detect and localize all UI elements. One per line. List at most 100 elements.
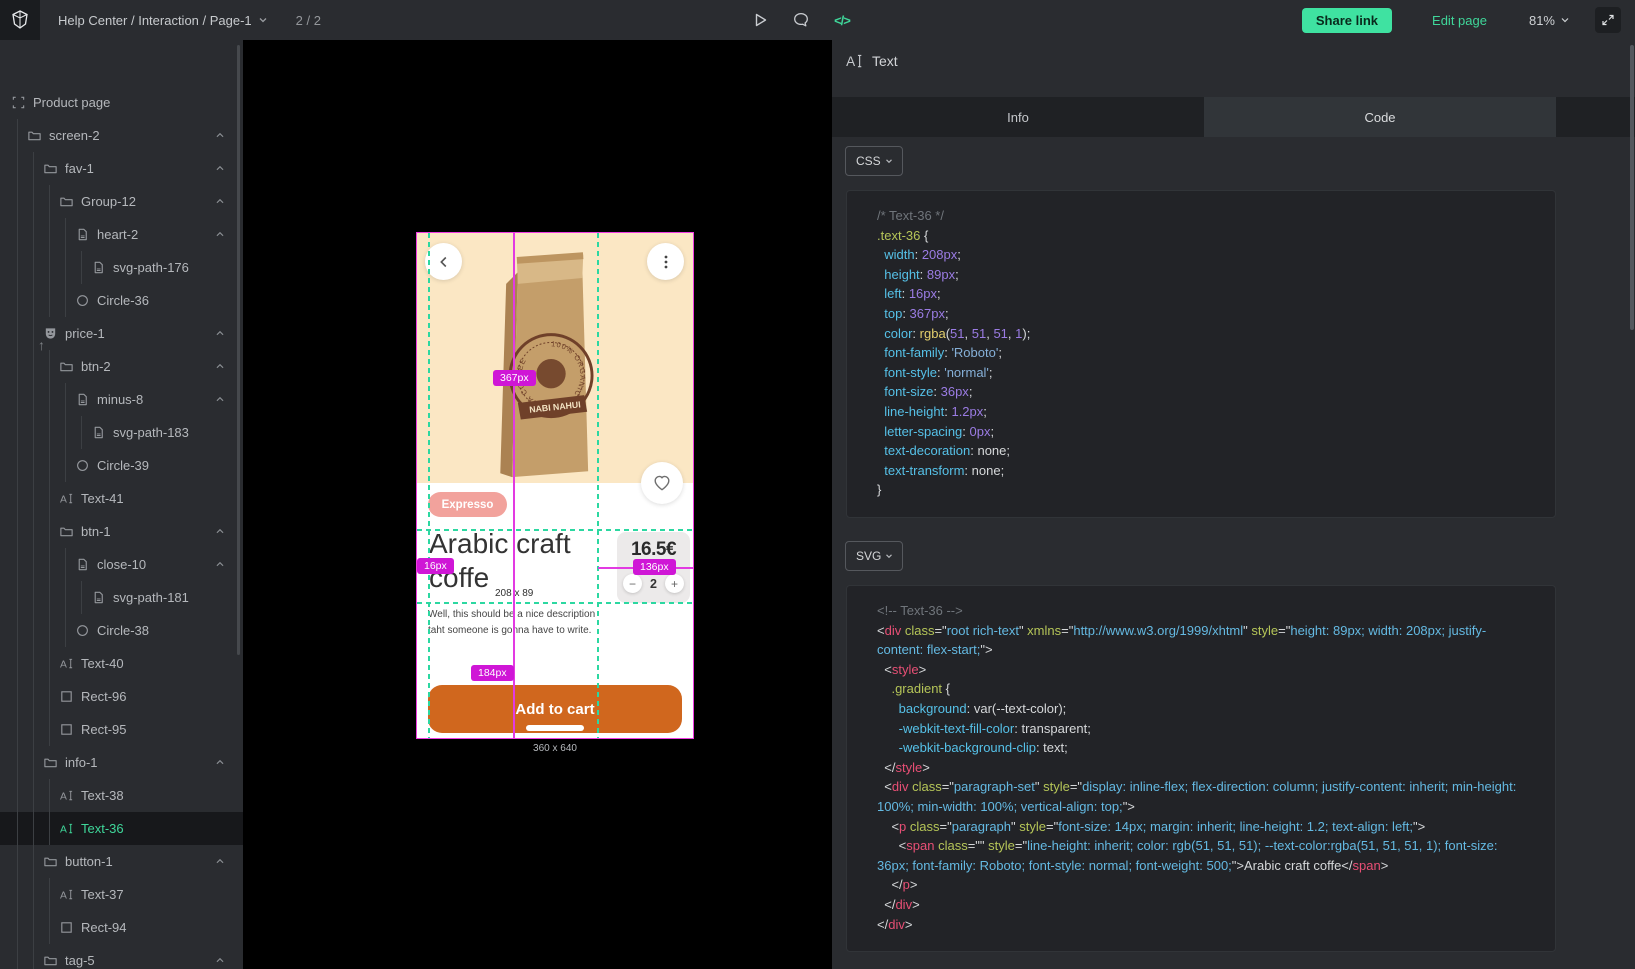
layer-row-btn-1[interactable]: btn-1 [0, 515, 243, 548]
layer-row-tag-5[interactable]: tag-5 [0, 944, 243, 969]
layer-row-Circle-39[interactable]: Circle-39 [0, 449, 243, 482]
tab-info[interactable]: Info [832, 97, 1204, 137]
layer-row-minus-8[interactable]: minus-8 [0, 383, 243, 416]
more-menu-button[interactable] [647, 243, 684, 280]
layer-row-btn-2[interactable]: btn-2 [0, 350, 243, 383]
breadcrumb-chevron-down-icon[interactable] [256, 13, 270, 27]
code-icon[interactable]: </> [830, 8, 854, 32]
code-line: -webkit-background-clip: text; [877, 738, 1531, 758]
tree-indent-line [10, 317, 26, 350]
tree-indent-line [42, 878, 58, 911]
layer-row-Circle-36[interactable]: Circle-36 [0, 284, 243, 317]
tree-indent-line [10, 581, 26, 614]
code-line: top: 367px; [877, 304, 1531, 324]
layer-row-Text-37[interactable]: AText-37 [0, 878, 243, 911]
chevron-up-icon[interactable] [213, 194, 229, 210]
tree-indent-line [42, 812, 58, 845]
tree-indent-line [42, 251, 58, 284]
coffee-bag-image: 100% ORGANIC COLOMBIA COFFEE NABI NAHUI [483, 239, 623, 483]
layer-row-heart-2[interactable]: heart-2 [0, 218, 243, 251]
folder-icon [58, 524, 74, 540]
chevron-up-icon[interactable] [213, 128, 229, 144]
comment-icon[interactable] [789, 8, 813, 32]
code-line: } [877, 480, 1531, 500]
layer-row-svg-path-176[interactable]: svg-path-176 [0, 251, 243, 284]
layer-row-Text-41[interactable]: AText-41 [0, 482, 243, 515]
edit-page-link[interactable]: Edit page [1432, 13, 1487, 28]
quantity-minus-button[interactable]: − [623, 574, 642, 593]
layer-row-svg-path-183[interactable]: svg-path-183 [0, 416, 243, 449]
chevron-up-icon[interactable] [213, 392, 229, 408]
layer-row-button-1[interactable]: button-1 [0, 845, 243, 878]
share-link-button[interactable]: Share link [1302, 8, 1392, 33]
artboard-screen[interactable]: 100% ORGANIC COLOMBIA COFFEE NABI NAHUI … [417, 233, 693, 738]
layer-row-Circle-38[interactable]: Circle-38 [0, 614, 243, 647]
folder-icon [42, 161, 58, 177]
layer-row-price-1[interactable]: price-1 [0, 317, 243, 350]
chevron-up-icon[interactable] [213, 326, 229, 342]
text-icon: A [58, 491, 74, 507]
top-bar: Help Center / Interaction / Page-1 2 / 2… [0, 0, 1635, 40]
layer-row-Group-12[interactable]: Group-12 [0, 185, 243, 218]
product-title[interactable]: Arabic craft coffe [429, 527, 605, 594]
code-line: -webkit-text-fill-color: transparent; [877, 719, 1531, 739]
fullscreen-icon[interactable] [1595, 7, 1621, 33]
play-icon[interactable] [748, 8, 772, 32]
layers-sidebar: Product pagescreen-2fav-1Group-12heart-2… [0, 40, 243, 969]
layer-row-Product page[interactable]: Product page [0, 86, 243, 119]
tree-indent-line [42, 482, 58, 515]
chevron-up-icon[interactable] [213, 854, 229, 870]
layer-row-fav-1[interactable]: fav-1 [0, 152, 243, 185]
design-canvas[interactable]: 100% ORGANIC COLOMBIA COFFEE NABI NAHUI … [243, 40, 832, 969]
layer-row-Text-36[interactable]: AText-36 [0, 812, 243, 845]
tree-indent-line [10, 647, 26, 680]
layer-row-Rect-94[interactable]: Rect-94 [0, 911, 243, 944]
panel-scrollbar[interactable] [1630, 45, 1634, 330]
chevron-up-icon[interactable] [213, 524, 229, 540]
sidebar-scrollbar[interactable] [237, 45, 240, 655]
layer-row-svg-path-181[interactable]: svg-path-181 [0, 581, 243, 614]
chevron-up-icon[interactable] [213, 227, 229, 243]
app-logo-icon[interactable] [0, 0, 40, 40]
tree-indent-line [42, 581, 58, 614]
layer-row-Text-40[interactable]: AText-40 [0, 647, 243, 680]
favorite-button[interactable] [641, 462, 683, 504]
tree-indent-line [42, 713, 58, 746]
tree-indent-line [10, 251, 26, 284]
tree-indent-line [58, 548, 74, 581]
layer-row-Rect-95[interactable]: Rect-95 [0, 713, 243, 746]
layer-row-Rect-96[interactable]: Rect-96 [0, 680, 243, 713]
layer-row-Text-38[interactable]: AText-38 [0, 779, 243, 812]
tree-indent-line [10, 944, 26, 969]
description-line-1: Well, this should be a nice description [428, 607, 595, 623]
chevron-up-icon[interactable] [213, 953, 229, 969]
add-to-cart-button[interactable]: Add to cart [428, 685, 682, 733]
tree-indent-line [26, 581, 42, 614]
layer-row-close-10[interactable]: close-10 [0, 548, 243, 581]
file-icon [90, 590, 106, 606]
chevron-up-icon[interactable] [213, 161, 229, 177]
tree-indent-line [26, 482, 42, 515]
layer-label: Text-38 [81, 788, 124, 803]
layer-label: close-10 [97, 557, 146, 572]
zoom-control[interactable]: 81% [1529, 13, 1571, 28]
layer-row-screen-2[interactable]: screen-2 [0, 119, 243, 152]
text-icon: A [58, 656, 74, 672]
file-icon [74, 227, 90, 243]
text-layer-icon: A [845, 52, 863, 70]
svg-text:A: A [59, 890, 66, 901]
quantity-plus-button[interactable]: + [665, 574, 684, 593]
tab-code[interactable]: Code [1204, 97, 1556, 137]
css-language-select[interactable]: CSS [845, 146, 903, 176]
chevron-up-icon[interactable] [213, 359, 229, 375]
breadcrumb[interactable]: Help Center / Interaction / Page-1 [58, 13, 252, 28]
chevron-up-icon[interactable] [213, 755, 229, 771]
back-button[interactable] [425, 243, 462, 280]
tree-indent-line [42, 416, 58, 449]
tree-indent-line [42, 911, 58, 944]
svg-text:A: A [59, 659, 66, 670]
layer-row-info-1[interactable]: info-1 [0, 746, 243, 779]
tree-indent-line [58, 449, 74, 482]
svg-language-select[interactable]: SVG [845, 541, 903, 571]
chevron-up-icon[interactable] [213, 557, 229, 573]
